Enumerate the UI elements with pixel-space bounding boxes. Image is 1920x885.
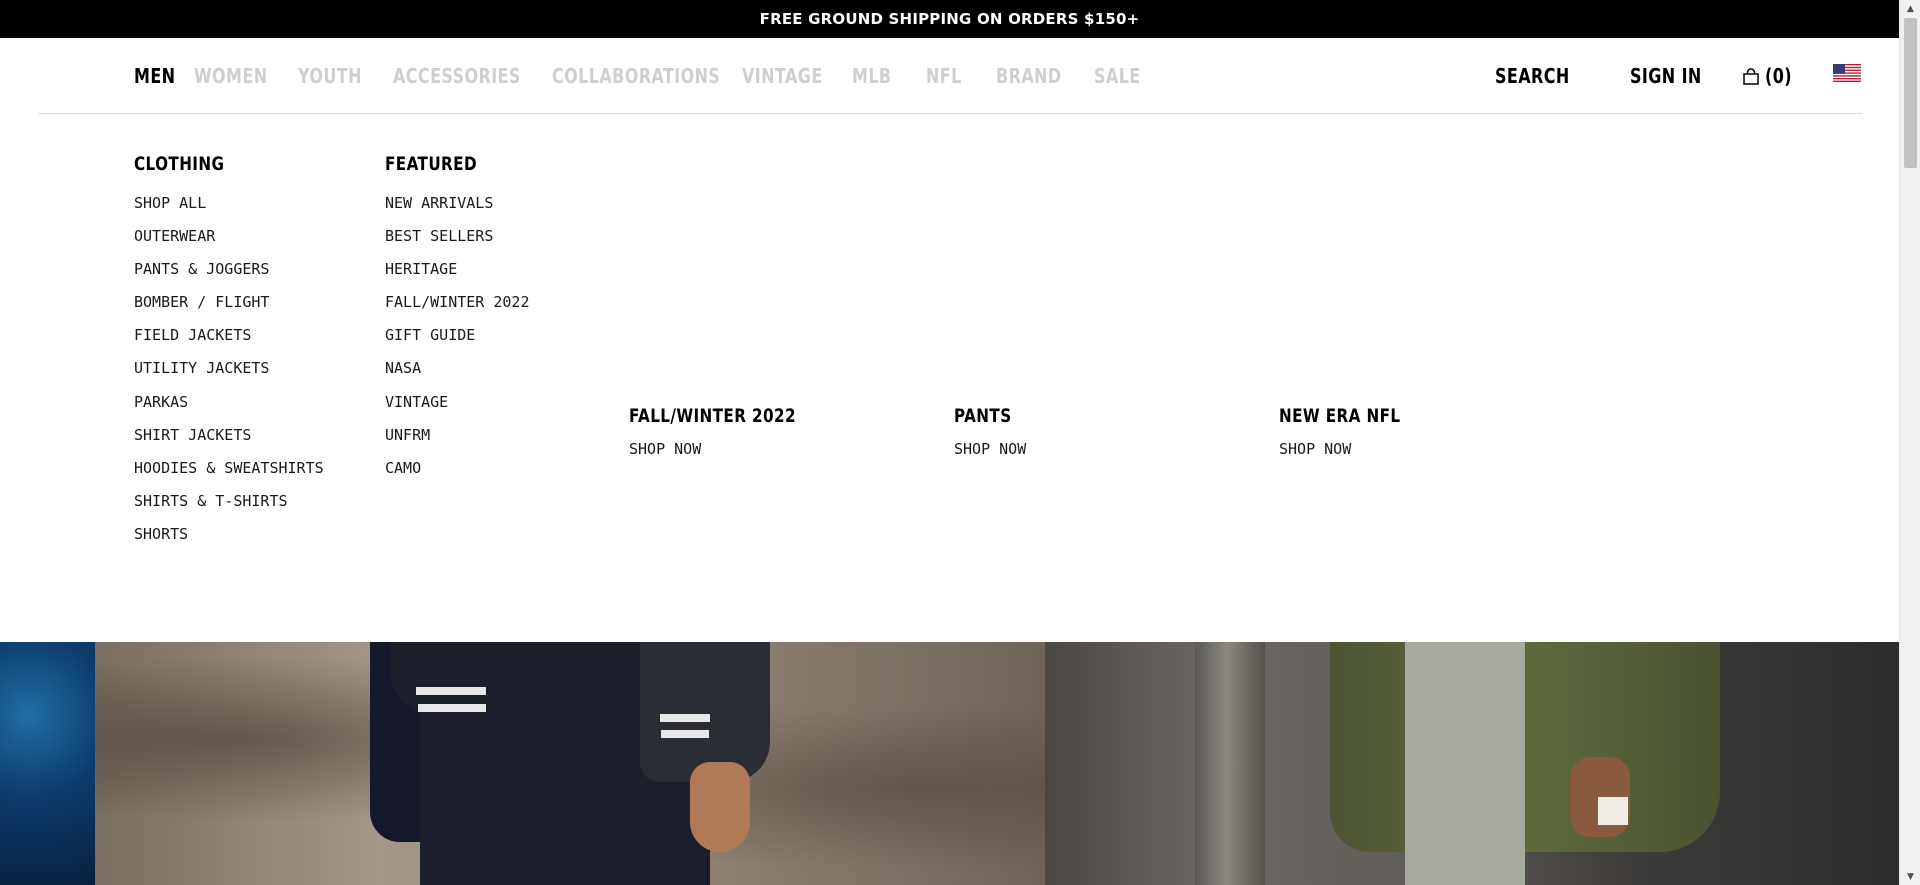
jacket-stripe: [661, 730, 709, 738]
promo-tile-title-new-era-nfl[interactable]: NEW ERA NFL: [1279, 405, 1401, 427]
promo-tile-shop-now-fall-winter[interactable]: SHOP NOW: [629, 440, 701, 458]
nav-item-mlb[interactable]: MLB: [852, 64, 911, 88]
nav-item-youth[interactable]: YOUTH: [298, 64, 374, 88]
menu-link-gift-guide[interactable]: GIFT GUIDE: [385, 325, 530, 358]
promo-bar: FREE GROUND SHIPPING ON ORDERS $150+: [0, 0, 1899, 38]
promo-tile-shop-now-new-era-nfl[interactable]: SHOP NOW: [1279, 440, 1351, 458]
model-sleeve-right: [640, 642, 770, 782]
promo-bar-text: FREE GROUND SHIPPING ON ORDERS $150+: [759, 10, 1140, 28]
jacket-stripe: [418, 704, 486, 712]
nav-item-women[interactable]: WOMEN: [194, 64, 277, 88]
menu-link-nasa[interactable]: NASA: [385, 358, 530, 391]
hero-banner-image[interactable]: [0, 642, 1899, 885]
menu-link-outerwear[interactable]: OUTERWEAR: [134, 226, 324, 259]
featured-heading: FEATURED: [385, 153, 477, 175]
page: FREE GROUND SHIPPING ON ORDERS $150+ MEN…: [0, 0, 1920, 885]
scrollbar-thumb[interactable]: [1904, 18, 1917, 168]
sign-in-link[interactable]: SIGN IN: [1630, 38, 1720, 114]
promo-tile-shop-now-pants[interactable]: SHOP NOW: [954, 440, 1026, 458]
menu-link-fall-winter-2022[interactable]: FALL/WINTER 2022: [385, 292, 530, 325]
scroll-up-arrow-icon[interactable]: ▲: [1900, 0, 1920, 17]
wall-pipe: [1195, 642, 1265, 885]
menu-link-pants-joggers[interactable]: PANTS & JOGGERS: [134, 259, 324, 292]
nav-item-brand[interactable]: BRAND: [996, 64, 1074, 88]
nav-item-accessories[interactable]: ACCESSORIES: [393, 64, 520, 88]
menu-link-shop-all[interactable]: SHOP ALL: [134, 193, 324, 226]
menu-link-shirts-tshirts[interactable]: SHIRTS & T-SHIRTS: [134, 491, 324, 524]
menu-link-vintage[interactable]: VINTAGE: [385, 392, 530, 425]
shopping-bag-icon: [1743, 67, 1759, 85]
featured-list: NEW ARRIVALS BEST SELLERS HERITAGE FALL/…: [385, 193, 530, 491]
menu-link-parkas[interactable]: PARKAS: [134, 392, 324, 425]
mega-menu: CLOTHING SHOP ALL OUTERWEAR PANTS & JOGG…: [0, 115, 1899, 642]
scroll-down-arrow-icon[interactable]: ▼: [1900, 868, 1920, 885]
model-hand: [690, 762, 750, 852]
menu-link-utility-jackets[interactable]: UTILITY JACKETS: [134, 358, 324, 391]
model-inner-layer: [1405, 642, 1525, 885]
promo-tile-title-pants[interactable]: PANTS: [954, 405, 1012, 427]
nav-item-collaborations[interactable]: COLLABORATIONS: [552, 64, 720, 88]
menu-link-shirt-jackets[interactable]: SHIRT JACKETS: [134, 425, 324, 458]
clothing-heading: CLOTHING: [134, 153, 225, 175]
promo-tile-title-fall-winter[interactable]: FALL/WINTER 2022: [629, 405, 796, 427]
bag-count: (0): [1765, 64, 1792, 88]
jacket-stripe: [416, 687, 486, 695]
menu-link-field-jackets[interactable]: FIELD JACKETS: [134, 325, 324, 358]
page-scrollbar[interactable]: ▲ ▼: [1899, 0, 1920, 885]
clothing-list: SHOP ALL OUTERWEAR PANTS & JOGGERS BOMBE…: [134, 193, 324, 557]
menu-link-new-arrivals[interactable]: NEW ARRIVALS: [385, 193, 530, 226]
hero-left-strip: [0, 642, 95, 885]
sign-in-label: SIGN IN: [1630, 64, 1702, 88]
menu-link-best-sellers[interactable]: BEST SELLERS: [385, 226, 530, 259]
nav-item-men[interactable]: MEN: [134, 64, 182, 88]
menu-link-bomber-flight[interactable]: BOMBER / FLIGHT: [134, 292, 324, 325]
search-label: SEARCH: [1495, 64, 1570, 88]
menu-link-shorts[interactable]: SHORTS: [134, 524, 324, 557]
search-link[interactable]: SEARCH: [1495, 38, 1588, 114]
menu-link-unfrm[interactable]: UNFRM: [385, 425, 530, 458]
menu-link-camo[interactable]: CAMO: [385, 458, 530, 491]
us-flag-icon[interactable]: [1833, 64, 1861, 82]
site-header: MEN WOMEN YOUTH ACCESSORIES COLLABORATIO…: [38, 38, 1862, 114]
parka-label: [1598, 797, 1628, 825]
nav-item-vintage[interactable]: VINTAGE: [742, 64, 830, 88]
nav-item-nfl[interactable]: NFL: [926, 64, 982, 88]
main-nav: MEN WOMEN YOUTH ACCESSORIES COLLABORATIO…: [134, 38, 1154, 114]
nav-item-sale[interactable]: SALE: [1094, 64, 1142, 88]
menu-link-hoodies-sweatshirts[interactable]: HOODIES & SWEATSHIRTS: [134, 458, 324, 491]
menu-link-heritage[interactable]: HERITAGE: [385, 259, 530, 292]
bag-button[interactable]: (0): [1743, 38, 1799, 114]
jacket-stripe: [660, 714, 710, 722]
model-parka: [1330, 642, 1720, 852]
